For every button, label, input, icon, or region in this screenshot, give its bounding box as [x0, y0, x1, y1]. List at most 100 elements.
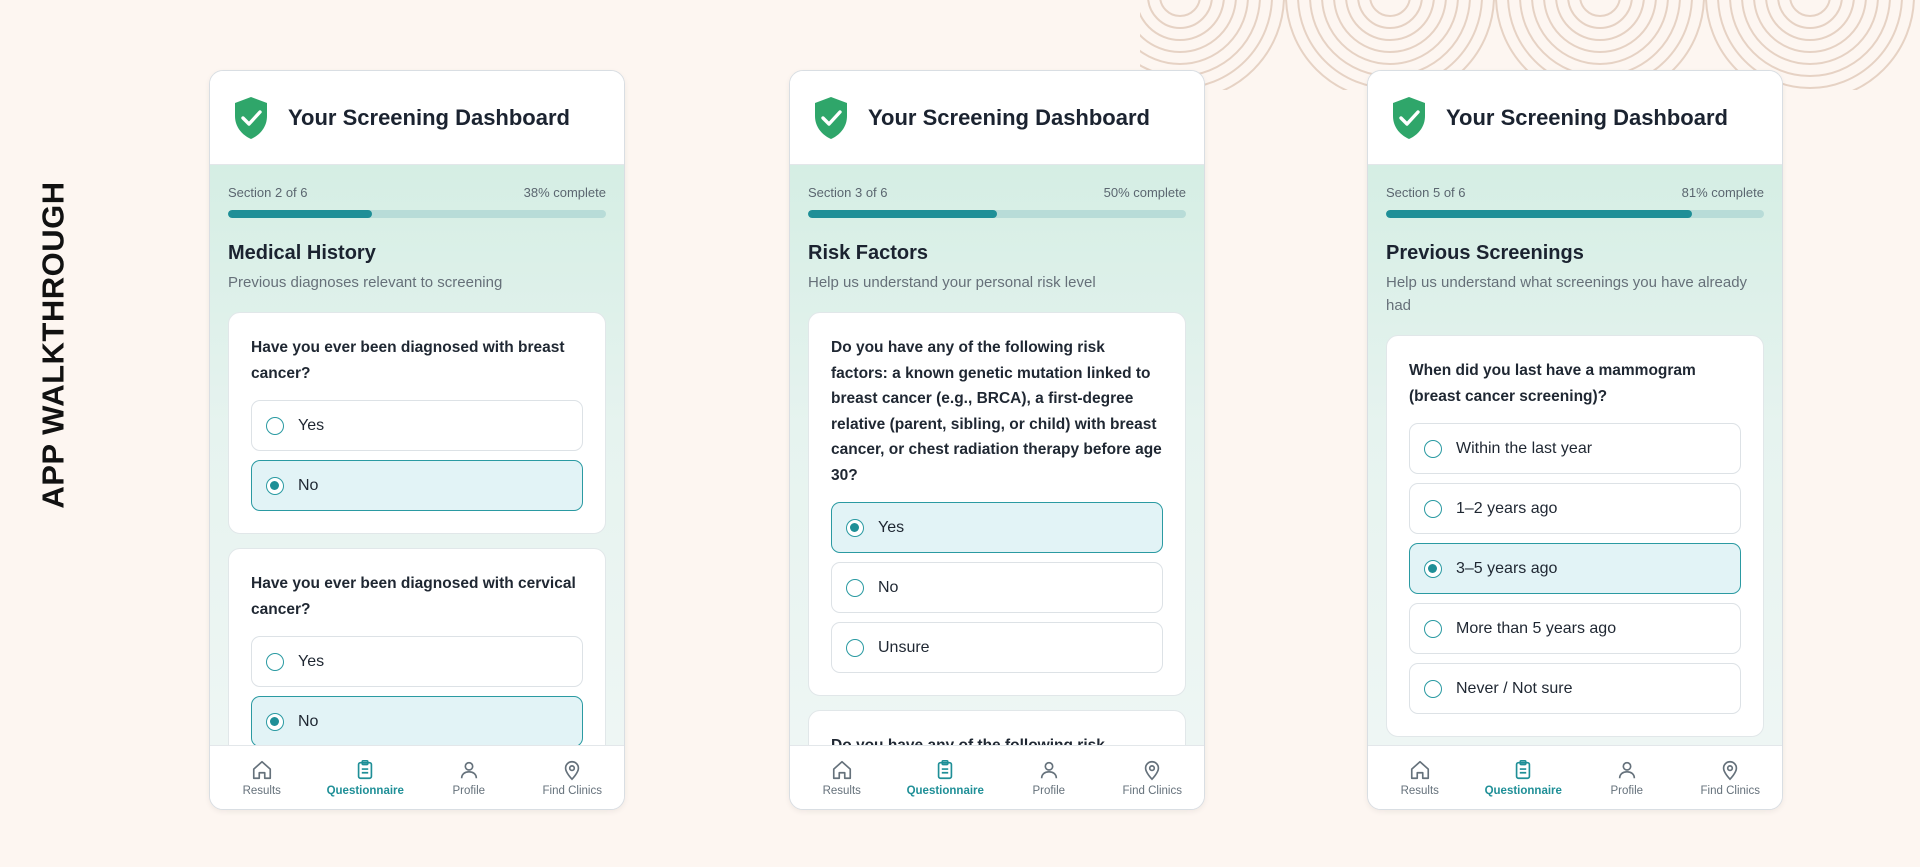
option-label: 3–5 years ago: [1456, 559, 1558, 577]
radio-button[interactable]: [266, 476, 284, 495]
progress-bar-fill: [1386, 210, 1693, 218]
question-text: Have you ever been diagnosed with cervic…: [251, 575, 576, 618]
user-icon: [1040, 761, 1057, 778]
nav-label: Results: [822, 784, 861, 797]
wave-arc: [1321, 0, 1459, 65]
section-subtitle: Previous diagnoses relevant to screening: [228, 274, 503, 291]
option-1-2-years[interactable]: 1–2 years ago: [1409, 483, 1741, 534]
wave-arc: [1777, 0, 1843, 29]
nav-profile[interactable]: Profile: [1575, 746, 1679, 809]
section-counter: Section 2 of 6: [228, 185, 308, 200]
nav-results[interactable]: Results: [210, 746, 314, 809]
nav-results[interactable]: Results: [790, 746, 894, 809]
app-header: Your Screening Dashboard: [790, 71, 1204, 165]
option-more-than-5-years[interactable]: More than 5 years ago: [1409, 603, 1741, 654]
question-card: Do you have any of the following risk fa…: [808, 312, 1186, 696]
walkthrough-title: APP WALKTHROUGH: [24, 180, 84, 510]
wave-arc: [1579, 0, 1621, 17]
nav-label: Results: [242, 784, 281, 797]
clipboard-icon: [938, 759, 953, 779]
wave-arc: [1147, 0, 1213, 29]
nav-questionnaire[interactable]: Questionnaire: [1472, 746, 1576, 809]
shield-check-icon: [815, 96, 847, 139]
option-no[interactable]: No: [251, 460, 583, 511]
question-card: Have you ever been diagnosed with cervic…: [228, 548, 606, 745]
home-icon: [1410, 760, 1429, 779]
app-title: Your Screening Dashboard: [288, 104, 570, 130]
map-pin-icon: [565, 760, 580, 780]
question-text: Have you ever been diagnosed with breast…: [251, 339, 565, 382]
option-3-5-years[interactable]: 3–5 years ago: [1409, 543, 1741, 594]
question-card: When did you last have a mammogram (brea…: [1386, 335, 1764, 737]
wave-arc: [1159, 0, 1201, 17]
nav-find-clinics[interactable]: Find Clinics: [1101, 746, 1205, 809]
radio-button[interactable]: [1424, 679, 1442, 698]
option-yes[interactable]: Yes: [831, 502, 1163, 553]
nav-label: Results: [1400, 784, 1439, 797]
radio-button[interactable]: [1424, 439, 1442, 458]
nav-find-clinics[interactable]: Find Clinics: [1679, 746, 1783, 809]
radio-button[interactable]: [1424, 499, 1442, 518]
nav-questionnaire[interactable]: Questionnaire: [314, 746, 418, 809]
option-never-not-sure[interactable]: Never / Not sure: [1409, 663, 1741, 714]
option-yes[interactable]: Yes: [251, 636, 583, 687]
section-subtitle: Help us understand what screenings you h…: [1386, 274, 1748, 314]
radio-button[interactable]: [266, 712, 284, 731]
section-title: Previous Screenings: [1386, 242, 1584, 264]
home-icon: [832, 760, 851, 779]
question-text: Do you have any of the following risk: [831, 733, 1163, 745]
phone-screen-risk-factors: Your Screening Dashboard Section 3 of 6 …: [789, 70, 1205, 810]
progress-bar-fill: [228, 210, 372, 218]
progress-bar: [1386, 210, 1764, 218]
home-icon: [252, 760, 271, 779]
radio-button[interactable]: [1424, 619, 1442, 638]
questionnaire-content[interactable]: Section 5 of 6 81% complete Previous Scr…: [1368, 165, 1782, 745]
app-title: Your Screening Dashboard: [1446, 104, 1728, 130]
progress-bar: [228, 210, 606, 218]
nav-find-clinics[interactable]: Find Clinics: [521, 746, 625, 809]
wave-arc: [1369, 0, 1411, 17]
bottom-nav: Results Questionnaire Profile Find Clini…: [1368, 745, 1782, 809]
nav-profile[interactable]: Profile: [417, 746, 521, 809]
map-pin-icon: [1723, 760, 1738, 780]
option-unsure[interactable]: Unsure: [831, 622, 1163, 673]
wave-arc: [1789, 0, 1831, 17]
nav-questionnaire[interactable]: Questionnaire: [894, 746, 998, 809]
option-within-last-year[interactable]: Within the last year: [1409, 423, 1741, 474]
wave-arc: [1741, 0, 1879, 65]
user-icon: [460, 761, 477, 778]
radio-button[interactable]: [846, 518, 864, 537]
radio-button[interactable]: [266, 416, 284, 435]
nav-label: Questionnaire: [1484, 784, 1562, 797]
option-label: Yes: [298, 416, 325, 434]
question-text: When did you last have a mammogram (brea…: [1409, 362, 1696, 405]
progress-bar-fill: [808, 210, 997, 218]
map-pin-icon: [1145, 760, 1160, 780]
nav-label: Profile: [1610, 784, 1644, 797]
nav-results[interactable]: Results: [1368, 746, 1472, 809]
option-label: No: [878, 578, 899, 596]
option-label: More than 5 years ago: [1456, 619, 1617, 637]
questionnaire-content[interactable]: Section 3 of 6 50% complete Risk Factors…: [790, 165, 1204, 745]
progress-percent: 50% complete: [1103, 185, 1186, 200]
app-header: Your Screening Dashboard: [1368, 71, 1782, 165]
nav-profile[interactable]: Profile: [997, 746, 1101, 809]
radio-button[interactable]: [846, 578, 864, 597]
questionnaire-content[interactable]: Section 2 of 6 38% complete Medical Hist…: [210, 165, 624, 745]
nav-label: Find Clinics: [542, 784, 602, 797]
option-no[interactable]: No: [251, 696, 583, 745]
option-yes[interactable]: Yes: [251, 400, 583, 451]
wave-arc: [1531, 0, 1669, 65]
option-no[interactable]: No: [831, 562, 1163, 613]
clipboard-icon: [1516, 759, 1531, 779]
clipboard-icon: [358, 759, 373, 779]
option-label: Never / Not sure: [1456, 679, 1573, 697]
wave-arc: [1543, 0, 1657, 53]
question-text: Do you have any of the following risk fa…: [831, 339, 1162, 484]
radio-button[interactable]: [266, 652, 284, 671]
nav-label: Questionnaire: [326, 784, 404, 797]
wave-arc: [1357, 0, 1423, 29]
option-label: 1–2 years ago: [1456, 499, 1558, 517]
radio-button[interactable]: [1424, 559, 1442, 578]
radio-button[interactable]: [846, 638, 864, 657]
